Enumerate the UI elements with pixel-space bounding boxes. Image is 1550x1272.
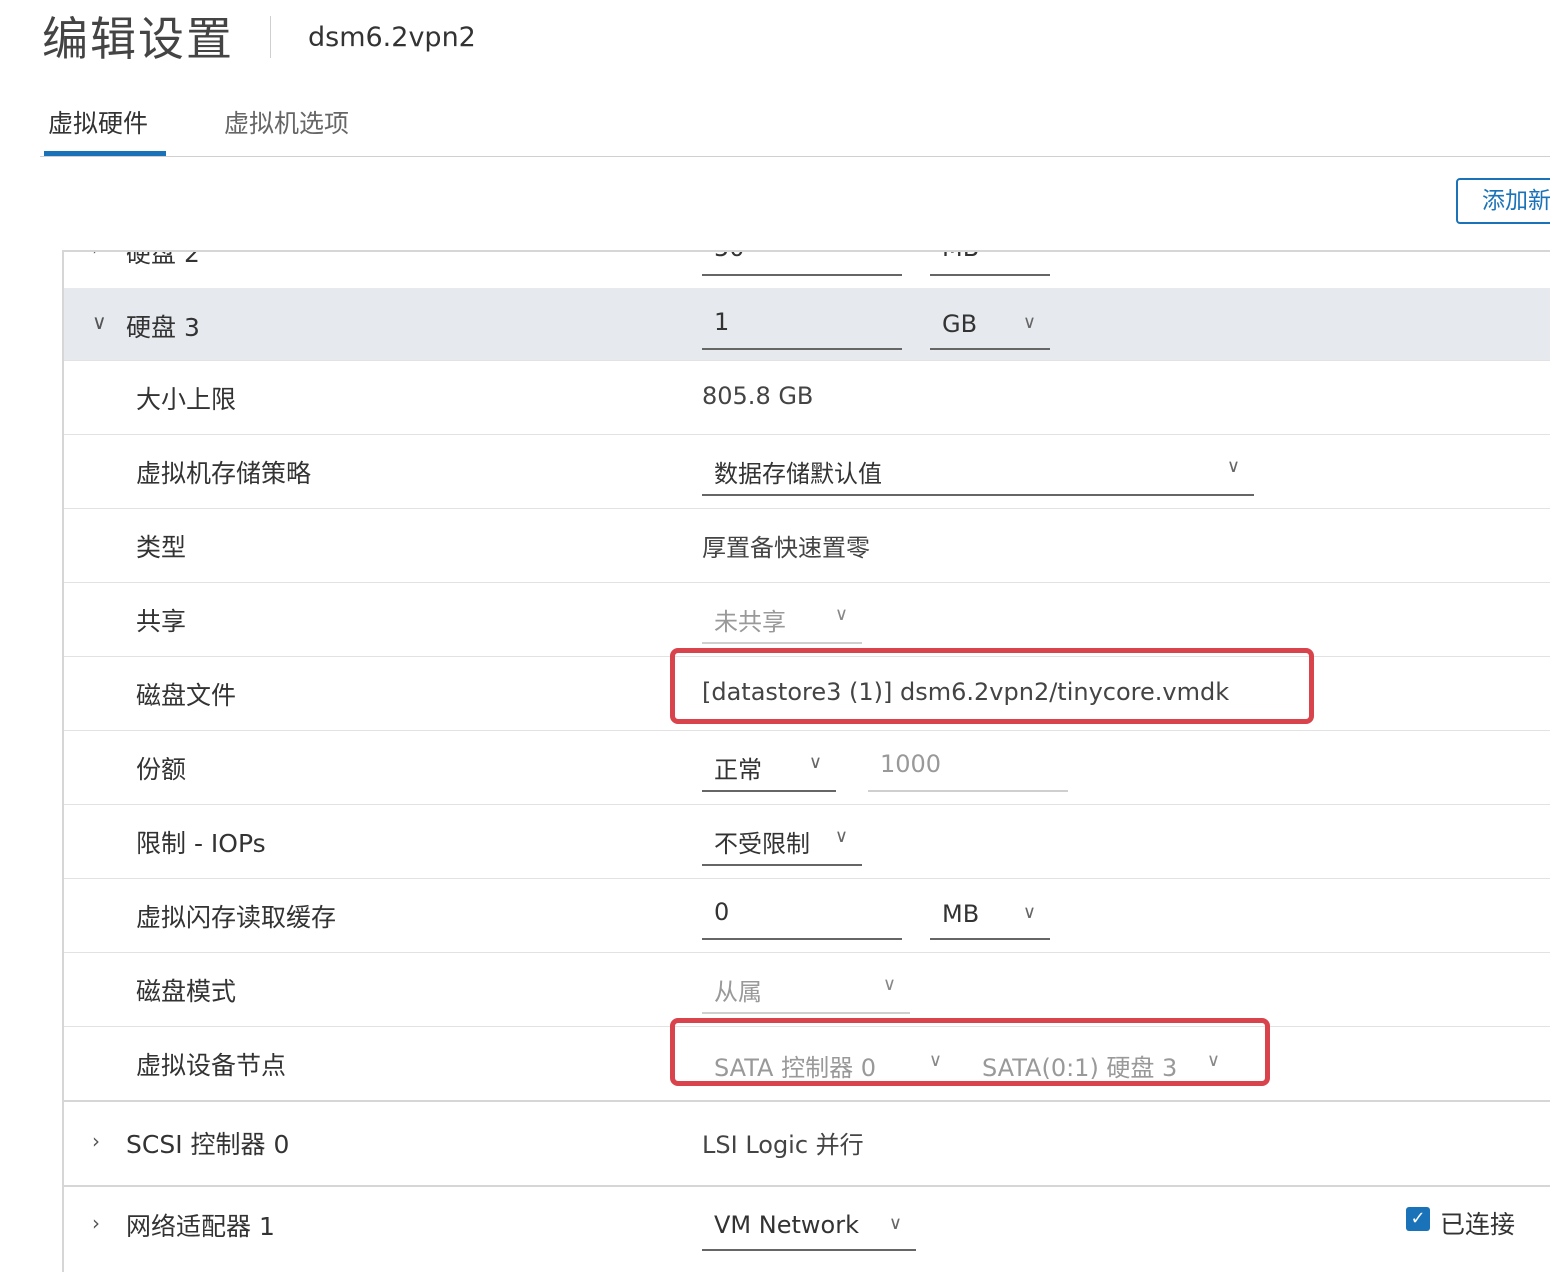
hardware-list: › 硬盘 2 50 MB ∨ ∨ 硬盘 3 1 GB ∨ 大小上限 805.8 … [62,250,1550,1272]
network-adapter-label: 网络适配器 1 [126,1212,275,1241]
chevron-down-icon: ∨ [888,1213,902,1234]
disk-mode-label: 磁盘模式 [136,977,237,1006]
chevron-down-icon: ∨ [882,974,896,995]
title-divider [270,16,271,58]
tab-virtual-hardware[interactable]: 虚拟硬件 [48,106,148,142]
limit-iops-label: 限制 - IOPs [136,829,266,858]
disk-size-unit-select[interactable]: GB ∨ [930,300,1050,350]
connected-checkbox[interactable]: ✓ [1406,1207,1430,1231]
chevron-down-icon: ∨ [1022,312,1036,333]
scsi-controller-label: SCSI 控制器 0 [126,1130,290,1159]
connected-label: 已连接 [1440,1210,1516,1239]
row-virtual-device-node: 虚拟设备节点 SATA 控制器 0 ∨ SATA(0:1) 硬盘 3 ∨ [64,1026,1550,1102]
device-node-select[interactable]: SATA(0:1) 硬盘 3 ∨ [970,1038,1234,1088]
list-item-hard-disk-3[interactable]: ∨ 硬盘 3 1 GB ∨ [64,288,1550,361]
chevron-down-icon: ∨ [928,1050,942,1071]
network-select[interactable]: VM Network ∨ [702,1201,916,1251]
list-item-hard-disk-2[interactable]: › 硬盘 2 50 MB ∨ [64,250,1550,289]
chevron-right-icon[interactable]: › [92,1129,100,1153]
chevron-down-icon: ∨ [1023,252,1036,257]
type-label: 类型 [136,533,187,562]
row-disk-file: 磁盘文件 [datastore3 (1)] dsm6.2vpn2/tinycor… [64,656,1550,731]
row-shares: 份额 正常 ∨ 1000 [64,730,1550,805]
max-size-label: 大小上限 [136,385,237,414]
max-size-value: 805.8 GB [702,382,814,410]
page-title: 编辑设置 [42,12,234,66]
chevron-down-icon: ∨ [834,826,848,847]
chevron-down-icon: ∨ [1226,456,1240,477]
row-type: 类型 厚置备快速置零 [64,508,1550,583]
row-sharing: 共享 未共享 ∨ [64,582,1550,657]
flash-cache-label: 虚拟闪存读取缓存 [136,903,337,932]
hard-disk-2-size-input[interactable]: 50 [702,252,902,276]
disk-file-path: [datastore3 (1)] dsm6.2vpn2/tinycore.vmd… [702,678,1230,706]
type-value: 厚置备快速置零 [702,534,870,562]
chevron-down-icon: ∨ [1206,1050,1220,1071]
shares-level-select[interactable]: 正常 ∨ [702,742,836,792]
row-storage-policy: 虚拟机存储策略 数据存储默认值 ∨ [64,434,1550,509]
row-limit-iops: 限制 - IOPs 不受限制 ∨ [64,804,1550,879]
tab-vm-options[interactable]: 虚拟机选项 [224,106,349,142]
chevron-down-icon: ∨ [834,604,848,625]
disk-size-input[interactable]: 1 [702,300,902,350]
shares-amount-input[interactable]: 1000 [868,742,1068,792]
sharing-select[interactable]: 未共享 ∨ [702,594,862,644]
row-flash-read-cache: 虚拟闪存读取缓存 0 MB ∨ [64,878,1550,953]
sharing-label: 共享 [136,607,187,636]
device-node-label: 虚拟设备节点 [136,1051,287,1080]
vm-name: dsm6.2vpn2 [308,22,476,53]
add-new-device-button[interactable]: 添加新 [1456,178,1550,224]
row-max-size: 大小上限 805.8 GB [64,360,1550,435]
shares-label: 份额 [136,755,187,784]
controller-select[interactable]: SATA 控制器 0 ∨ [702,1038,942,1088]
limit-iops-select[interactable]: 不受限制 ∨ [702,816,862,866]
chevron-down-icon: ∨ [1022,902,1036,923]
list-item-scsi-controller-0[interactable]: › SCSI 控制器 0 LSI Logic 并行 [64,1101,1550,1187]
hard-disk-2-label: 硬盘 2 [126,250,200,268]
chevron-down-icon: ∨ [808,752,822,773]
disk-file-label: 磁盘文件 [136,681,237,710]
hard-disk-3-label: 硬盘 3 [126,313,200,342]
scsi-controller-type: LSI Logic 并行 [702,1131,864,1159]
flash-cache-unit-select[interactable]: MB ∨ [930,890,1050,940]
hard-disk-2-unit-select[interactable]: MB ∨ [930,252,1050,276]
chevron-right-icon[interactable]: › [92,252,100,260]
storage-policy-label: 虚拟机存储策略 [136,459,312,488]
row-disk-mode: 磁盘模式 从属 ∨ [64,952,1550,1027]
tabs-divider [40,156,1550,157]
disk-mode-select[interactable]: 从属 ∨ [702,964,910,1014]
list-item-network-adapter-1[interactable]: › 网络适配器 1 VM Network ∨ ✓ 已连接 [64,1187,1550,1272]
chevron-right-icon[interactable]: › [92,1211,100,1235]
storage-policy-select[interactable]: 数据存储默认值 ∨ [702,446,1254,496]
flash-cache-input[interactable]: 0 [702,890,902,940]
chevron-down-icon[interactable]: ∨ [92,310,107,334]
